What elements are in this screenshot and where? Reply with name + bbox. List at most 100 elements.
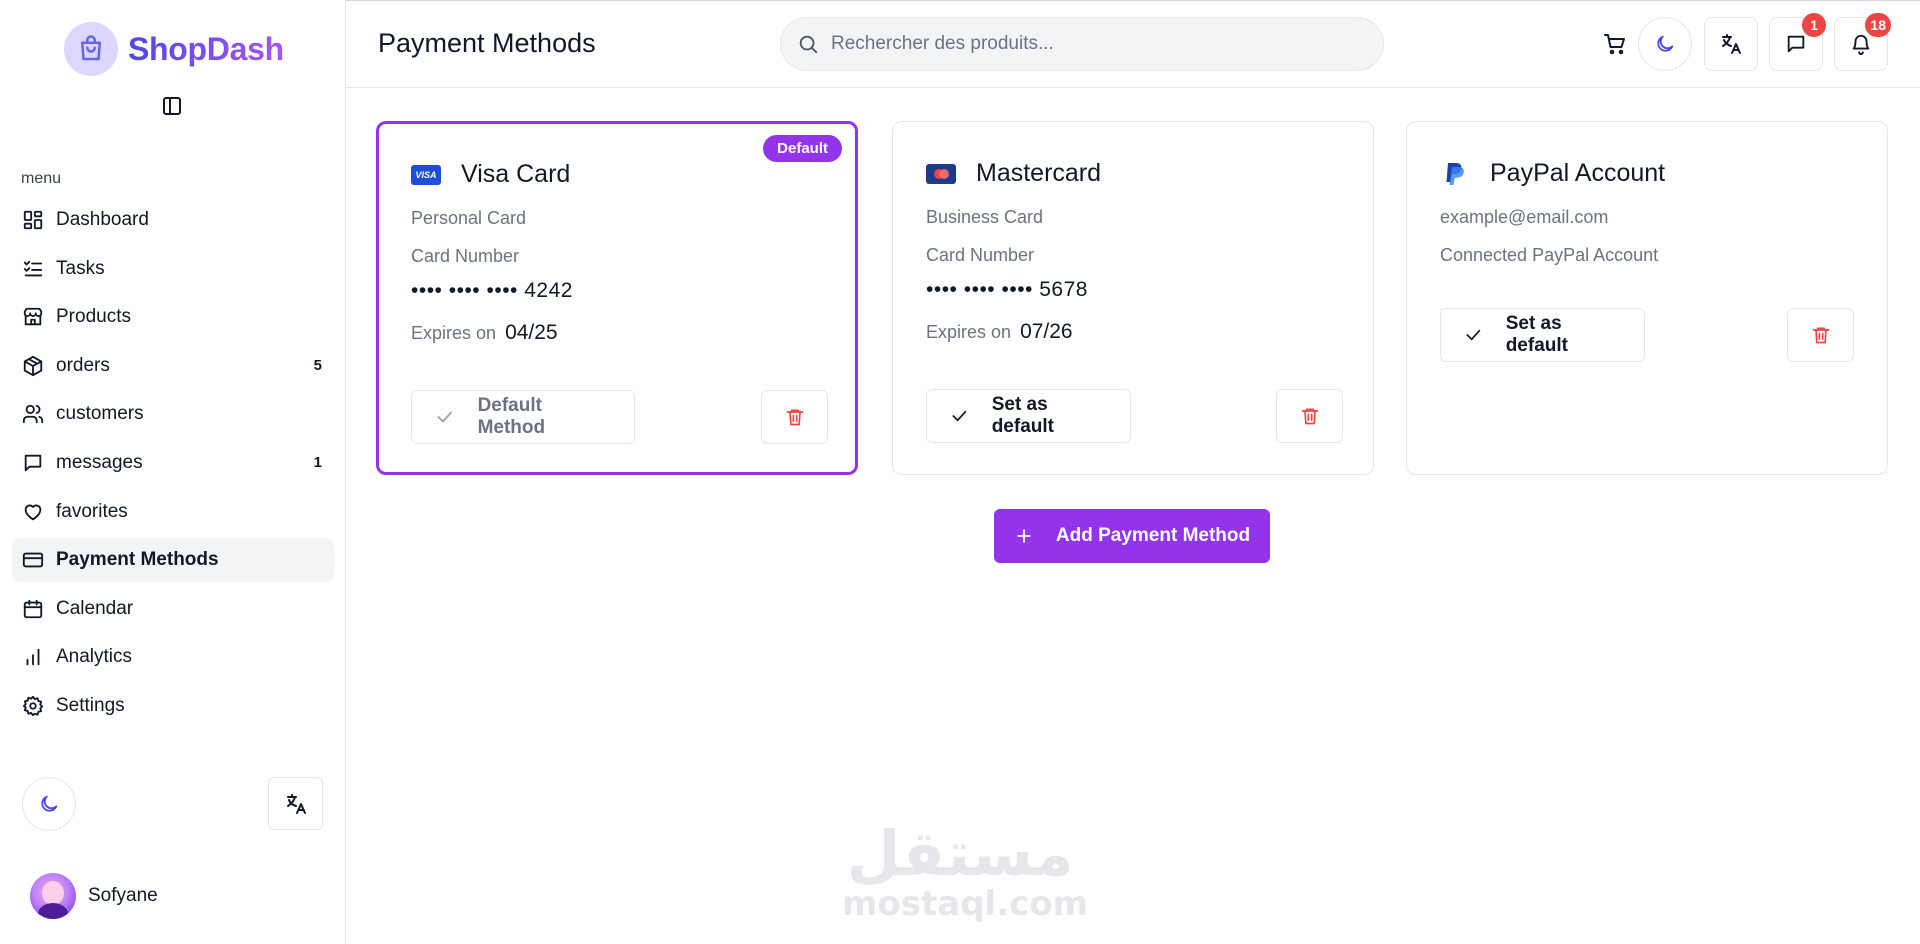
avatar: [30, 873, 76, 919]
sidebar-item-analytics[interactable]: Analytics: [12, 635, 334, 679]
sidebar-item-badge: 5: [313, 357, 322, 375]
sidebar-item-label: Calendar: [56, 597, 134, 619]
card-title: PayPal Account: [1490, 159, 1666, 187]
translate-icon: [286, 793, 306, 814]
search-input[interactable]: [831, 33, 1351, 55]
sidebar-item-tasks[interactable]: Tasks: [12, 247, 334, 291]
sidebar-item-messages[interactable]: messages 1: [12, 441, 334, 485]
moon-icon: [1657, 35, 1674, 52]
user-profile[interactable]: Sofyane: [30, 873, 158, 919]
payment-card-visa[interactable]: Default VISA Visa Card Personal Card Car…: [376, 121, 858, 475]
shopping-bag-icon: [64, 22, 118, 76]
sidebar: ShopDash menu Dashboard Tasks Products o…: [0, 0, 346, 944]
card-expiry: Expires on 07/26: [926, 320, 1073, 344]
plus-icon: [1017, 529, 1031, 543]
bar-chart-icon: [26, 649, 40, 666]
cart-button[interactable]: [1588, 17, 1642, 71]
sidebar-item-orders[interactable]: orders 5: [12, 344, 334, 388]
theme-toggle-button[interactable]: [22, 777, 76, 831]
payment-card-mastercard[interactable]: Mastercard Business Card Card Number •••…: [892, 121, 1374, 475]
add-payment-method-button[interactable]: Add Payment Method: [994, 509, 1270, 563]
expiry-label: Expires on: [411, 323, 497, 343]
sidebar-item-settings[interactable]: Settings: [12, 684, 334, 728]
card-number: •••• •••• •••• 5678: [926, 278, 1088, 301]
language-button[interactable]: [268, 777, 323, 830]
default-method-button[interactable]: Default Method: [411, 390, 635, 444]
delete-button[interactable]: [1787, 308, 1854, 362]
card-title: Mastercard: [976, 159, 1102, 187]
theme-toggle-button[interactable]: [1638, 17, 1692, 71]
card-subtitle: Business Card: [926, 207, 1044, 227]
card-number-label: Card Number: [411, 246, 520, 266]
check-icon: [1466, 329, 1481, 341]
trash-icon: [1812, 327, 1829, 344]
sidebar-item-label: messages: [56, 451, 143, 473]
card-number: •••• •••• •••• 4242: [411, 279, 573, 302]
sidebar-item-customers[interactable]: customers: [12, 392, 334, 436]
translate-icon: [1722, 34, 1741, 54]
gear-icon: [22, 695, 44, 717]
calendar-icon: [23, 599, 43, 618]
menu-heading: menu: [21, 170, 62, 187]
top-header: Payment Methods 1 18: [346, 0, 1920, 88]
search-bar[interactable]: [780, 17, 1384, 71]
user-name: Sofyane: [88, 885, 158, 906]
expiry-value: 07/26: [1020, 320, 1073, 343]
tasks-icon: [23, 260, 43, 276]
sidebar-item-calendar[interactable]: Calendar: [12, 587, 334, 631]
card-subtitle: example@email.com: [1440, 207, 1609, 227]
mastercard-logo-icon: [926, 163, 956, 184]
card-subtitle: Personal Card: [411, 208, 527, 228]
set-default-button[interactable]: Set as default: [926, 389, 1131, 443]
language-button[interactable]: [1704, 17, 1758, 71]
button-label: Default Method: [477, 395, 546, 438]
notifications-button[interactable]: 18: [1834, 13, 1891, 71]
sidebar-item-badge: 1: [313, 454, 322, 472]
app-name: ShopDash: [128, 30, 284, 67]
moon-icon: [41, 795, 58, 812]
sidebar-item-label: favorites: [56, 500, 128, 522]
sidebar-item-label: Analytics: [56, 646, 133, 668]
sidebar-item-payment-methods[interactable]: Payment Methods: [12, 538, 334, 583]
sidebar-item-label: customers: [56, 403, 144, 425]
search-icon: [799, 35, 818, 54]
payment-card-paypal[interactable]: PayPal Account example@email.com Connect…: [1406, 121, 1888, 475]
bell-icon: [1852, 34, 1870, 55]
logo[interactable]: ShopDash: [64, 22, 284, 76]
button-label: Add Payment Method: [1055, 525, 1251, 546]
card-title: Visa Card: [461, 160, 571, 188]
sidebar-item-dashboard[interactable]: Dashboard: [12, 198, 334, 242]
button-label: Set as default: [1505, 313, 1568, 356]
sidebar-item-label: Tasks: [56, 257, 105, 279]
delete-button[interactable]: [761, 390, 828, 444]
store-icon: [23, 308, 43, 326]
cart-icon: [1604, 34, 1625, 55]
delete-button[interactable]: [1276, 389, 1343, 443]
messages-badge: 1: [1802, 13, 1826, 37]
sidebar-item-label: Payment Methods: [56, 549, 219, 571]
message-icon: [24, 454, 42, 472]
button-label: Set as default: [991, 394, 1054, 437]
sidebar-item-products[interactable]: Products: [12, 295, 334, 339]
visa-logo-icon: VISA: [411, 164, 441, 185]
dashboard-icon: [23, 210, 43, 230]
watermark-latin: mostaql.com: [842, 884, 1089, 924]
card-expiry: Expires on 04/25: [411, 321, 558, 345]
package-icon: [23, 355, 43, 376]
default-badge: Default: [763, 135, 842, 162]
messages-button[interactable]: 1: [1769, 13, 1826, 71]
set-default-button[interactable]: Set as default: [1440, 308, 1645, 362]
sidebar-item-label: Dashboard: [56, 209, 149, 230]
trash-icon: [1301, 408, 1318, 425]
sidebar-item-favorites[interactable]: favorites: [12, 490, 334, 534]
watermark: مستقل mostaql.com: [842, 817, 1089, 924]
credit-card-icon: [22, 552, 44, 568]
account-status: Connected PayPal Account: [1440, 245, 1659, 265]
sidebar-toggle-icon[interactable]: [160, 94, 184, 118]
check-icon: [437, 411, 452, 423]
heart-icon: [24, 504, 42, 520]
expiry-value: 04/25: [505, 321, 558, 344]
trash-icon: [786, 409, 803, 426]
watermark-arabic: مستقل: [846, 817, 1074, 890]
sidebar-item-label: Settings: [56, 694, 125, 716]
